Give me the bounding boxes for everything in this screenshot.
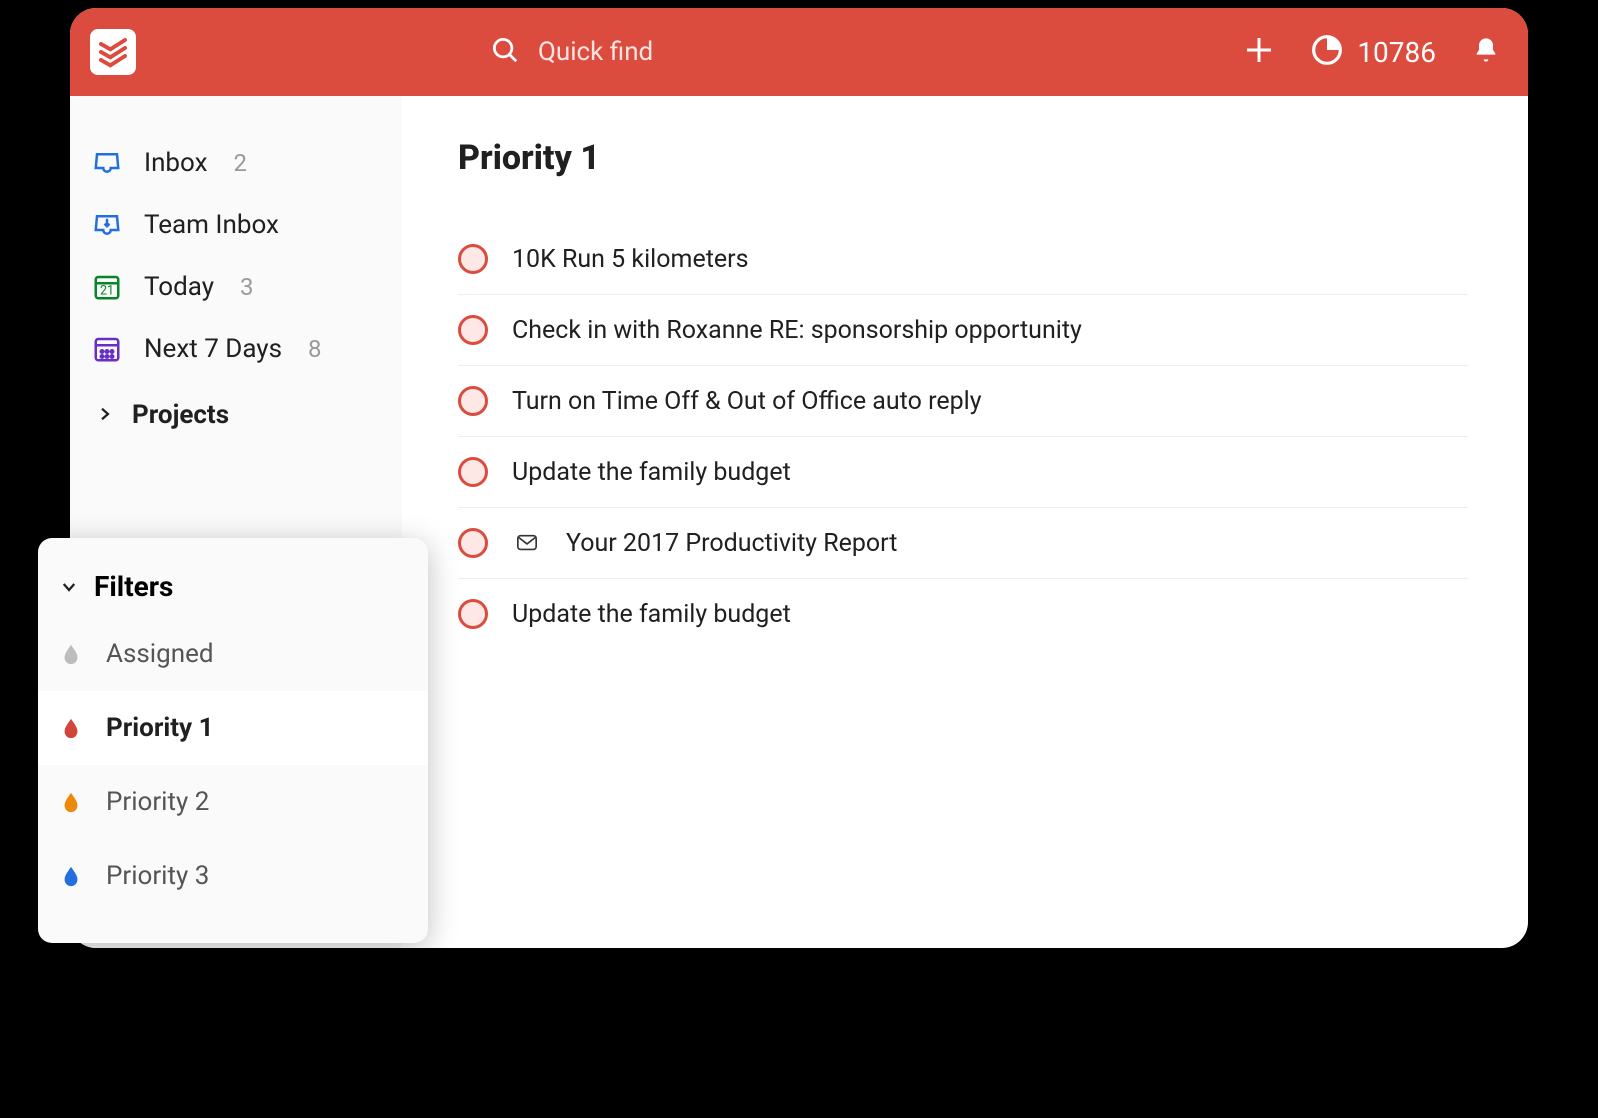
task-list: 10K Run 5 kilometers Check in with Roxann… (458, 224, 1468, 649)
sidebar-item-count: 2 (234, 149, 248, 177)
sidebar-item-label: Today (144, 272, 214, 302)
karma-indicator[interactable]: 10786 (1311, 34, 1436, 70)
todoist-logo-icon (97, 36, 129, 68)
task-title: Update the family budget (512, 600, 791, 629)
karma-icon (1311, 34, 1343, 70)
search-icon (490, 35, 520, 69)
task-row[interactable]: Your 2017 Productivity Report (458, 508, 1468, 579)
filter-label: Priority 2 (106, 787, 209, 817)
sidebar-item-count: 3 (240, 273, 254, 301)
task-row[interactable]: 10K Run 5 kilometers (458, 224, 1468, 295)
add-task-button[interactable] (1243, 34, 1275, 70)
filters-popover: Filters Assigned Priority 1 Priority 2 Prio… (38, 538, 428, 943)
task-checkbox[interactable] (458, 386, 488, 416)
sidebar-item-label: Inbox (144, 148, 208, 178)
sidebar-item-today[interactable]: 21 Today 3 (70, 256, 402, 318)
sidebar-section-projects[interactable]: Projects (70, 380, 402, 440)
mail-icon (512, 531, 542, 555)
karma-count: 10786 (1357, 36, 1436, 69)
task-checkbox[interactable] (458, 599, 488, 629)
header-bar: Quick find 10786 (70, 8, 1528, 96)
filter-item-assigned[interactable]: Assigned (38, 617, 428, 691)
task-checkbox[interactable] (458, 315, 488, 345)
task-row[interactable]: Check in with Roxanne RE: sponsorship op… (458, 295, 1468, 366)
task-row[interactable]: Update the family budget (458, 579, 1468, 649)
task-checkbox[interactable] (458, 244, 488, 274)
app-window: Quick find 10786 (70, 8, 1528, 948)
chevron-down-icon (60, 570, 78, 603)
sidebar-item-label: Next 7 Days (144, 334, 282, 364)
drop-icon (60, 789, 82, 815)
search-area[interactable]: Quick find (490, 35, 1243, 69)
task-checkbox[interactable] (458, 528, 488, 558)
filter-label: Assigned (106, 639, 214, 669)
task-title: Turn on Time Off & Out of Office auto re… (512, 387, 982, 416)
search-placeholder: Quick find (538, 37, 653, 67)
filter-label: Priority 3 (106, 861, 209, 891)
drop-icon (60, 715, 82, 741)
sidebar-item-label: Team Inbox (144, 210, 279, 240)
page-title: Priority 1 (458, 138, 1468, 178)
header-actions: 10786 (1243, 34, 1500, 70)
sidebar-item-count: 8 (308, 335, 322, 363)
task-title: Update the family budget (512, 458, 791, 487)
filter-item-priority-2[interactable]: Priority 2 (38, 765, 428, 839)
app-body: Inbox 2 Team Inbox 21 Today 3 Ne (70, 96, 1528, 948)
filters-header[interactable]: Filters (38, 556, 428, 617)
filters-title: Filters (94, 570, 173, 603)
app-logo[interactable] (90, 29, 136, 75)
task-row[interactable]: Update the family budget (458, 437, 1468, 508)
task-checkbox[interactable] (458, 457, 488, 487)
sidebar-item-inbox[interactable]: Inbox 2 (70, 132, 402, 194)
inbox-icon (92, 148, 122, 178)
svg-text:21: 21 (100, 284, 114, 299)
notifications-button[interactable] (1472, 36, 1500, 68)
sidebar-item-team-inbox[interactable]: Team Inbox (70, 194, 402, 256)
drop-icon (60, 863, 82, 889)
task-title: 10K Run 5 kilometers (512, 245, 749, 274)
filter-item-priority-3[interactable]: Priority 3 (38, 839, 428, 913)
main-content: Priority 1 10K Run 5 kilometers Check in … (402, 96, 1528, 948)
sidebar-item-next-7-days[interactable]: Next 7 Days 8 (70, 318, 402, 380)
calendar-icon (92, 334, 122, 364)
team-inbox-icon (92, 210, 122, 240)
today-icon: 21 (92, 272, 122, 302)
task-title: Your 2017 Productivity Report (566, 529, 897, 558)
filter-item-priority-1[interactable]: Priority 1 (38, 691, 428, 765)
task-title: Check in with Roxanne RE: sponsorship op… (512, 316, 1082, 345)
chevron-right-icon (96, 400, 114, 430)
drop-icon (60, 641, 82, 667)
task-row[interactable]: Turn on Time Off & Out of Office auto re… (458, 366, 1468, 437)
filter-label: Priority 1 (106, 713, 214, 743)
section-label: Projects (132, 400, 229, 430)
